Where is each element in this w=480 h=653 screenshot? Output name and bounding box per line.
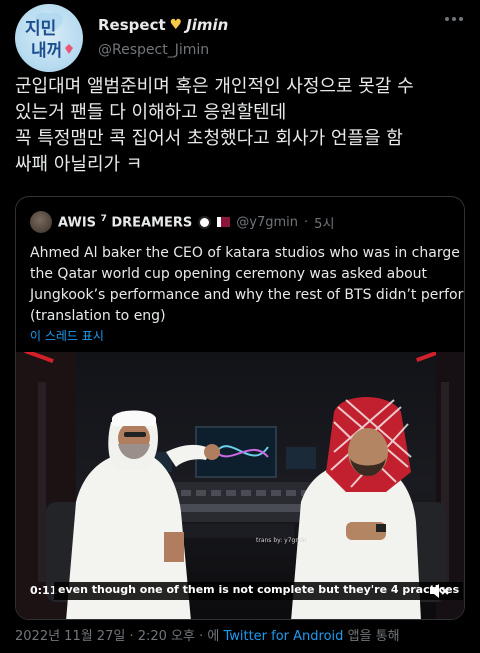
show-thread-link[interactable]: 이 스레드 표시 [30,327,104,344]
avatar-text-bottom: 내꺼 [31,41,62,61]
author-name-row[interactable]: Respect ♥ Jimin [98,14,228,36]
quoted-text: Ahmed Al baker the CEO of katara studios… [30,243,465,327]
quoted-line: the Qatar world cup opening ceremony was… [30,266,428,282]
tweet-line: 있는거 팬들 다 이해하고 응원할텐데 [15,102,287,123]
quoted-author-name[interactable]: AWIS 7 DREAMERS [58,214,192,230]
author-name-suffix[interactable]: Jimin [186,16,228,34]
client-link[interactable]: Twitter for Android [223,629,343,644]
quoted-line: (translation to eng) [30,308,166,324]
tweet-text: 군입대며 앨범준비며 혹은 개인적인 사정으로 못갈 수 있는거 팬들 다 이해… [15,74,470,178]
mute-icon[interactable] [428,582,450,600]
video-subtitle: even though one of them is not complete … [54,582,464,600]
video-controls: 0:11 even though one of them is not comp… [16,581,464,603]
tweet-line: 군입대며 앨범준비며 혹은 개인적인 사정으로 못갈 수 [15,76,414,97]
video-frame: trans by: y7gmin [16,352,464,619]
tweet-footer: 2022년 11월 27일 · 2:20 오후 · 에 Twitter for … [15,625,400,644]
avatar-artwork: 지민 내꺼 [25,12,73,61]
quoted-handle[interactable]: @y7gmin [236,215,298,230]
quoted-tweet[interactable]: AWIS 7 DREAMERS @y7gmin · 5시 Ahmed Al ba… [15,196,465,620]
tweet-header: 지민 내꺼 Respect ♥ Jimin @Respect_Jimin [15,4,465,72]
avatar[interactable]: 지민 내꺼 [15,4,83,72]
tweet-line: 싸패 아닐리가 ㅋ [15,154,143,175]
quoted-tweet-header: AWIS 7 DREAMERS @y7gmin · 5시 [30,211,334,233]
author-name[interactable]: Respect [98,16,166,34]
quoted-name-sup: 7 [100,213,107,224]
video-watermark: trans by: y7gmin [256,537,307,544]
tweet-line: 꼭 특정맴만 콕 집어서 초청했다고 회사가 언플을 함 [15,128,403,149]
quoted-time[interactable]: 5시 [314,213,334,232]
soccer-ball-icon [198,215,212,229]
quoted-line: Ahmed Al baker the CEO of katara studios… [30,245,465,261]
quoted-avatar[interactable] [30,211,52,233]
tweet-date[interactable]: 2022년 11월 27일 · 2:20 오후 · 에 [15,629,223,644]
separator-dot: · [304,214,309,230]
author-handle[interactable]: @Respect_Jimin [98,42,209,58]
footer-suffix: 앱을 통해 [343,629,400,644]
video-player[interactable]: trans by: y7gmin 0:11 even though one of… [16,352,464,619]
quoted-name-rest: DREAMERS [111,215,193,231]
quoted-line: Jungkook’s performance and why the rest … [30,287,465,303]
qatar-flag-icon [217,217,231,227]
quoted-name-main: AWIS [58,215,97,231]
yellow-heart-icon: ♥ [169,17,183,33]
avatar-text-top: 지민 [25,19,56,39]
more-options-icon[interactable] [443,12,465,26]
